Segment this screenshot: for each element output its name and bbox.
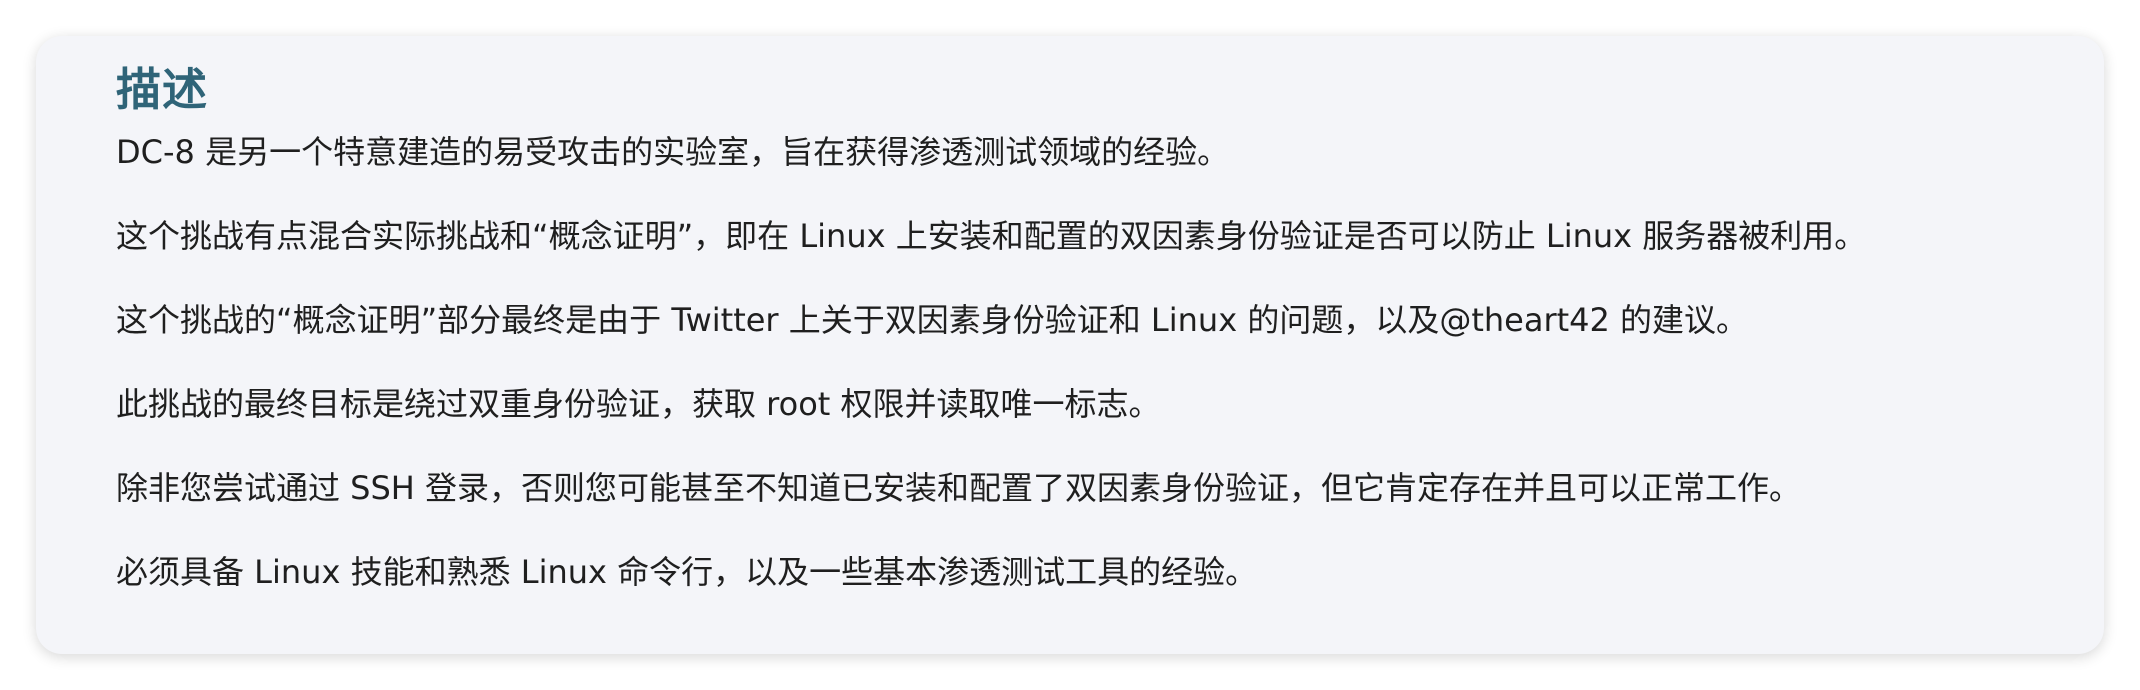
paragraph-challenge-mix: 这个挑战有点混合实际挑战和“概念证明”，即在 Linux 上安装和配置的双因素身… <box>116 217 1867 255</box>
section-title: 描述 <box>116 63 209 116</box>
paragraph-proof-of-concept: 这个挑战的“概念证明”部分最终是由于 Twitter 上关于双因素身份验证和 L… <box>116 301 1749 339</box>
description-body: DC-8 是另一个特意建造的易受攻击的实验室，旨在获得渗透测试领域的经验。 这个… <box>116 132 2104 592</box>
description-card: 描述 DC-8 是另一个特意建造的易受攻击的实验室，旨在获得渗透测试领域的经验。… <box>36 36 2104 654</box>
paragraph-requirements: 必须具备 Linux 技能和熟悉 Linux 命令行，以及一些基本渗透测试工具的… <box>116 553 1258 591</box>
paragraph-goal: 此挑战的最终目标是绕过双重身份验证，获取 root 权限并读取唯一标志。 <box>116 385 1161 423</box>
paragraph-intro: DC-8 是另一个特意建造的易受攻击的实验室，旨在获得渗透测试领域的经验。 <box>116 133 1230 171</box>
paragraph-ssh-note: 除非您尝试通过 SSH 登录，否则您可能甚至不知道已安装和配置了双因素身份验证，… <box>116 469 1802 507</box>
